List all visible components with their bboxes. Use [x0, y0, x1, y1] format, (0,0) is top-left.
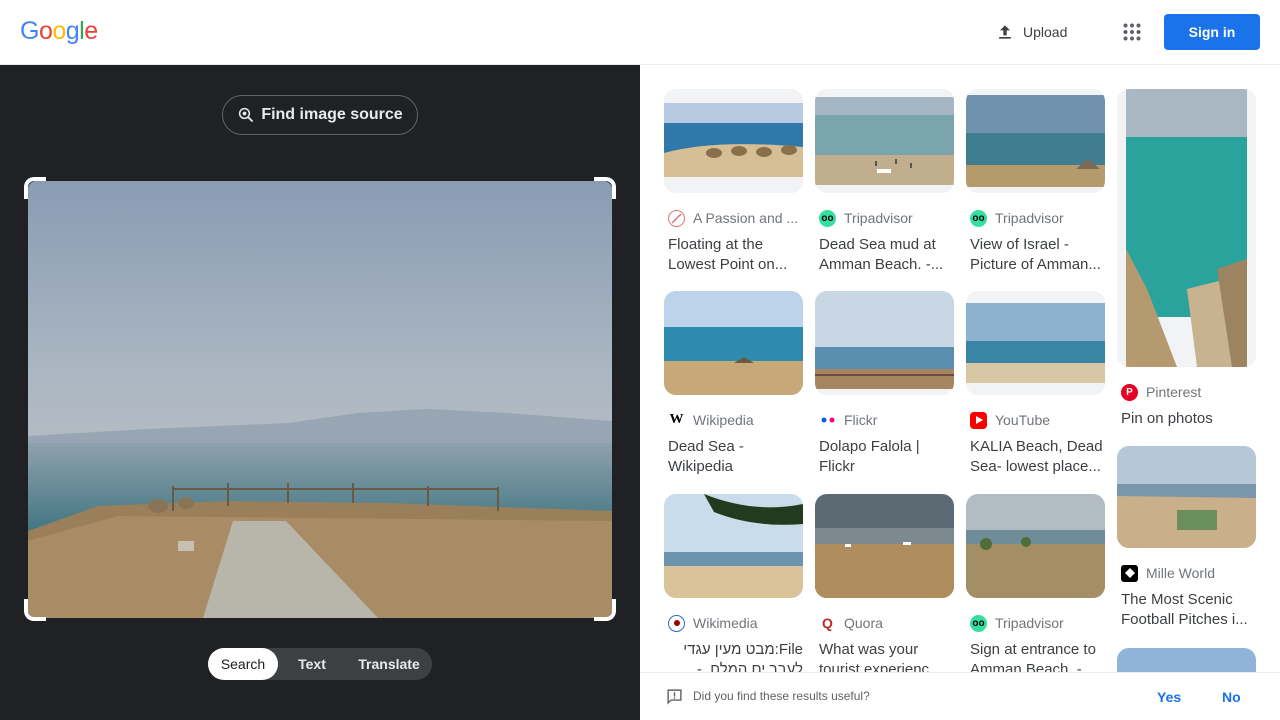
logo-letter: G	[20, 17, 39, 45]
result-thumbnail[interactable]	[815, 494, 954, 598]
quora-icon: Q	[819, 614, 836, 632]
result-source-label: Mille World	[1146, 565, 1215, 581]
result-thumbnail[interactable]	[664, 291, 803, 395]
result-card[interactable]: oo Tripadvisor Sign at entrance to Amman…	[966, 494, 1105, 680]
tripadvisor-icon: oo	[819, 209, 836, 227]
tab-translate[interactable]: Translate	[346, 648, 432, 680]
result-title[interactable]: KALIA Beach, Dead Sea- lowest place...	[966, 437, 1105, 477]
pinterest-icon: P	[1121, 383, 1138, 401]
result-card[interactable]: W Wikipedia Dead Sea - Wikipedia	[664, 291, 803, 477]
wikimedia-icon	[668, 614, 685, 632]
result-source-label: Tripadvisor	[995, 210, 1064, 226]
result-source-label: Wikimedia	[693, 615, 758, 631]
top-bar: Google Upload Sign in	[0, 0, 1280, 65]
feedback-icon	[667, 689, 682, 705]
find-image-source-button[interactable]: Find image source	[222, 95, 418, 135]
upload-label: Upload	[1023, 24, 1068, 40]
result-title[interactable]: Dolapo Falola | Flickr	[815, 437, 954, 477]
feedback-no-button[interactable]: No	[1222, 689, 1241, 705]
result-source: Flickr	[815, 411, 954, 429]
feedback-yes-button[interactable]: Yes	[1157, 689, 1181, 705]
result-card[interactable]: P Pinterest Pin on photos	[1117, 89, 1256, 449]
passion-site-icon	[668, 209, 685, 227]
tripadvisor-icon: oo	[970, 209, 987, 227]
upload-button[interactable]: Upload	[985, 12, 1077, 52]
crop-handle-bottom-left[interactable]	[24, 599, 46, 621]
result-thumbnail[interactable]	[966, 494, 1105, 598]
wikipedia-icon: W	[668, 411, 685, 429]
result-source: W Wikipedia	[664, 411, 803, 429]
tab-text[interactable]: Text	[278, 648, 346, 680]
result-source-label: A Passion and ...	[693, 210, 799, 226]
crop-handle-bottom-right[interactable]	[594, 599, 616, 621]
result-title[interactable]: Dead Sea mud at Amman Beach. -...	[815, 235, 954, 275]
result-card[interactable]: A Passion and ... Floating at the Lowest…	[664, 89, 803, 275]
result-title[interactable]: View of Israel - Picture of Amman...	[966, 235, 1105, 275]
logo-letter: g	[65, 17, 80, 45]
feedback-question: Did you find these results useful?	[693, 689, 870, 703]
result-thumbnail[interactable]	[1117, 89, 1256, 367]
result-card[interactable]: oo Tripadvisor Dead Sea mud at Amman Bea…	[815, 89, 954, 275]
result-source-label: Wikipedia	[693, 412, 754, 428]
apps-grid-icon	[1123, 23, 1141, 41]
result-card[interactable]: oo Tripadvisor View of Israel - Picture …	[966, 89, 1105, 275]
result-title[interactable]: Floating at the Lowest Point on...	[664, 235, 803, 275]
result-thumbnail[interactable]	[815, 89, 954, 193]
result-card[interactable]: Wikimedia File:מבט מעין עגדי לעבר ים המל…	[664, 494, 803, 680]
logo-letter: o	[38, 17, 53, 45]
youtube-icon	[970, 411, 987, 429]
result-source: Q Quora	[815, 614, 954, 632]
result-source: A Passion and ...	[664, 209, 803, 227]
query-image-panel: Find image source Search Text Translate	[0, 65, 640, 720]
find-image-source-label: Find image source	[261, 106, 403, 123]
logo-letter: e	[84, 17, 98, 45]
result-source-label: YouTube	[995, 412, 1051, 428]
result-card[interactable]: Flickr Dolapo Falola | Flickr	[815, 291, 954, 477]
result-source-label: Tripadvisor	[844, 210, 913, 226]
crop-handle-top-left[interactable]	[24, 177, 46, 199]
query-photo[interactable]	[28, 181, 612, 618]
result-title[interactable]: Pin on photos	[1117, 409, 1256, 449]
result-card[interactable]: Mille World The Most Scenic Football Pit…	[1117, 446, 1256, 630]
result-title[interactable]: Dead Sea - Wikipedia	[664, 437, 803, 477]
result-card[interactable]: YouTube KALIA Beach, Dead Sea- lowest pl…	[966, 291, 1105, 477]
visual-matches-panel: A Passion and ... Floating at the Lowest…	[640, 65, 1280, 720]
result-source: YouTube	[966, 411, 1105, 429]
upload-icon	[999, 25, 1011, 39]
feedback-bar: Did you find these results useful? Yes N…	[640, 672, 1280, 720]
result-source: P Pinterest	[1117, 383, 1256, 401]
sign-in-button[interactable]: Sign in	[1164, 14, 1260, 50]
tripadvisor-icon: oo	[970, 614, 987, 632]
result-thumbnail[interactable]	[966, 89, 1105, 193]
logo-letter: o	[52, 17, 66, 45]
crop-handle-top-right[interactable]	[594, 177, 616, 199]
dead-sea-photo	[28, 181, 612, 618]
result-source: Mille World	[1117, 564, 1256, 582]
tab-search[interactable]: Search	[208, 648, 278, 680]
result-source: oo Tripadvisor	[815, 209, 954, 227]
result-thumbnail[interactable]	[815, 291, 954, 395]
result-thumbnail[interactable]	[966, 291, 1105, 395]
result-source-label: Flickr	[844, 412, 878, 428]
lens-search-icon	[239, 107, 254, 122]
result-thumbnail[interactable]	[1117, 446, 1256, 548]
result-title[interactable]: The Most Scenic Football Pitches i...	[1117, 590, 1256, 630]
result-thumbnail[interactable]	[664, 89, 803, 193]
result-source: Wikimedia	[664, 614, 803, 632]
apps-button[interactable]	[1116, 16, 1148, 48]
result-source-label: Tripadvisor	[995, 615, 1064, 631]
flickr-icon	[819, 411, 836, 429]
result-source: oo Tripadvisor	[966, 614, 1105, 632]
result-card[interactable]: Q Quora What was your tourist experienc.…	[815, 494, 954, 680]
result-source: oo Tripadvisor	[966, 209, 1105, 227]
result-source-label: Quora	[844, 615, 883, 631]
result-source-label: Pinterest	[1146, 384, 1202, 400]
google-logo[interactable]: Google	[20, 17, 98, 46]
mode-switcher: Search Text Translate	[208, 648, 432, 680]
mille-world-icon	[1121, 564, 1138, 582]
result-thumbnail[interactable]	[664, 494, 803, 598]
